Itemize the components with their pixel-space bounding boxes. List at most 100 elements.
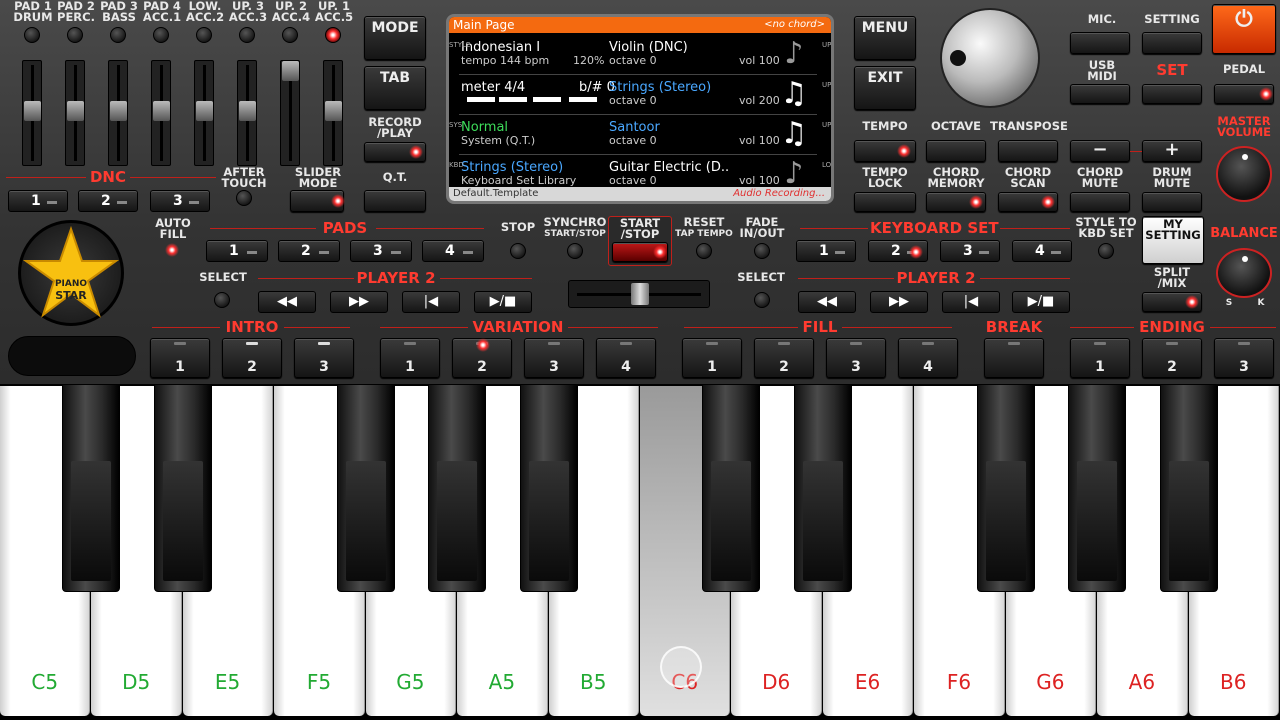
octave-button[interactable]: [926, 140, 986, 162]
style-to-kbd-set-button[interactable]: [1098, 243, 1114, 259]
fast-forward-button-left[interactable]: ▶▶: [330, 291, 388, 313]
lcd-screen[interactable]: Main Page <no chord> Indonesian Itempo 14…: [446, 14, 834, 204]
pad-button-7[interactable]: [282, 27, 298, 43]
start-stop-button[interactable]: [612, 242, 668, 262]
ending-button-2[interactable]: 2: [1142, 338, 1202, 378]
side-pill[interactable]: [8, 336, 136, 376]
chord-scan-button[interactable]: [998, 192, 1058, 212]
dnc-button-3[interactable]: 3: [150, 190, 210, 212]
select-button-left[interactable]: [214, 292, 230, 308]
intro-button-1[interactable]: 1: [150, 338, 210, 378]
keyboard-set-button-2[interactable]: 2: [868, 240, 928, 262]
dnc-button-2[interactable]: 2: [78, 190, 138, 212]
piano-black-key-13[interactable]: [1159, 384, 1218, 592]
pad-button-6[interactable]: [239, 27, 255, 43]
crossfader-handle[interactable]: [631, 283, 649, 305]
keyboard-set-button-3[interactable]: 3: [940, 240, 1000, 262]
reset-tap-tempo-button[interactable]: [696, 243, 712, 259]
transpose-minus-button[interactable]: −: [1070, 140, 1130, 162]
mic-button[interactable]: [1070, 32, 1130, 54]
volume-fader-1[interactable]: [22, 60, 42, 166]
fader-cap[interactable]: [110, 101, 127, 121]
pad-button-5[interactable]: [196, 27, 212, 43]
piano-black-key-5[interactable]: [428, 384, 487, 592]
pads-button-1[interactable]: 1: [206, 240, 268, 262]
crossfader[interactable]: [568, 280, 710, 308]
lcd-row-2[interactable]: meter 4/4 b/# 0 Strings (Stereo) octave 0 vo…: [459, 75, 817, 115]
tempo-lock-button[interactable]: [854, 192, 916, 212]
volume-fader-8[interactable]: [323, 60, 343, 166]
pad-button-8[interactable]: [325, 27, 341, 43]
lcd-row-3[interactable]: Normal System (Q.T.) Santoor octave 0 vol 10…: [459, 115, 817, 155]
variation-button-2[interactable]: 2: [452, 338, 512, 378]
rewind-button-right[interactable]: ◀◀: [798, 291, 856, 313]
after-touch-button[interactable]: [236, 190, 252, 206]
set-button[interactable]: [1142, 84, 1202, 104]
volume-fader-7[interactable]: [280, 60, 300, 166]
pad-button-4[interactable]: [153, 27, 169, 43]
transpose-button[interactable]: [998, 140, 1058, 162]
setting-button[interactable]: [1142, 32, 1202, 54]
lcd-row-1[interactable]: Indonesian Itempo 144 bpm 120% Violin (DNC…: [459, 35, 817, 75]
play-stop-button-right[interactable]: ▶/■: [1012, 291, 1070, 313]
pad-button-2[interactable]: [67, 27, 83, 43]
drum-mute-button[interactable]: [1142, 192, 1202, 212]
main-dial-knob[interactable]: [940, 8, 1040, 108]
dnc-button-1[interactable]: 1: [8, 190, 68, 212]
fader-cap[interactable]: [67, 101, 84, 121]
intro-button-3[interactable]: 3: [294, 338, 354, 378]
skip-back-button-left[interactable]: |◀: [402, 291, 460, 313]
synchro-button[interactable]: [567, 243, 583, 259]
keyboard-set-button-1[interactable]: 1: [796, 240, 856, 262]
fill-button-2[interactable]: 2: [754, 338, 814, 378]
usb-midi-button[interactable]: [1070, 84, 1130, 104]
fill-button-1[interactable]: 1: [682, 338, 742, 378]
variation-button-3[interactable]: 3: [524, 338, 584, 378]
rewind-button-left[interactable]: ◀◀: [258, 291, 316, 313]
chord-memory-button[interactable]: [926, 192, 986, 212]
power-button[interactable]: ⏻: [1212, 4, 1276, 54]
pads-button-3[interactable]: 3: [350, 240, 412, 262]
master-volume-knob[interactable]: [1216, 146, 1272, 202]
volume-fader-2[interactable]: [65, 60, 85, 166]
exit-button[interactable]: EXIT: [854, 66, 916, 110]
variation-button-1[interactable]: 1: [380, 338, 440, 378]
chord-mute-button[interactable]: [1070, 192, 1130, 212]
fill-button-4[interactable]: 4: [898, 338, 958, 378]
fader-cap[interactable]: [239, 101, 256, 121]
select-button-right[interactable]: [754, 292, 770, 308]
fader-cap[interactable]: [325, 101, 342, 121]
fader-cap[interactable]: [153, 101, 170, 121]
slider-mode-button[interactable]: [290, 190, 345, 212]
piano-black-key-1[interactable]: [62, 384, 121, 592]
fast-forward-button-right[interactable]: ▶▶: [870, 291, 928, 313]
pad-button-3[interactable]: [110, 27, 126, 43]
fader-cap[interactable]: [282, 61, 299, 81]
fader-cap[interactable]: [196, 101, 213, 121]
piano-black-key-11[interactable]: [976, 384, 1035, 592]
piano-black-key-12[interactable]: [1068, 384, 1127, 592]
variation-button-4[interactable]: 4: [596, 338, 656, 378]
piano-black-key-2[interactable]: [153, 384, 212, 592]
intro-button-2[interactable]: 2: [222, 338, 282, 378]
mode-button[interactable]: MODE: [364, 16, 426, 60]
record-play-button[interactable]: [364, 142, 426, 162]
my-setting-button[interactable]: MY SETTING: [1142, 216, 1204, 264]
keyboard-set-button-4[interactable]: 4: [1012, 240, 1072, 262]
transpose-plus-button[interactable]: +: [1142, 140, 1202, 162]
ending-button-3[interactable]: 3: [1214, 338, 1274, 378]
fade-in-out-button[interactable]: [754, 243, 770, 259]
volume-fader-5[interactable]: [194, 60, 214, 166]
lcd-audio-recording[interactable]: Audio Recording...: [733, 187, 825, 201]
volume-fader-3[interactable]: [108, 60, 128, 166]
split-mix-button[interactable]: [1142, 292, 1202, 312]
piano-black-key-6[interactable]: [519, 384, 578, 592]
menu-button[interactable]: MENU: [854, 16, 916, 60]
play-stop-button-left[interactable]: ▶/■: [474, 291, 532, 313]
volume-fader-4[interactable]: [151, 60, 171, 166]
tempo-button[interactable]: [854, 140, 916, 162]
pedal-button[interactable]: [1214, 84, 1274, 104]
fader-cap[interactable]: [24, 101, 41, 121]
piano-keyboard[interactable]: C5 D5 E5 F5 G5 A5 B5 C6 D6 E6 F6 G6 A6 B6: [0, 384, 1280, 720]
stop-button[interactable]: [510, 243, 526, 259]
